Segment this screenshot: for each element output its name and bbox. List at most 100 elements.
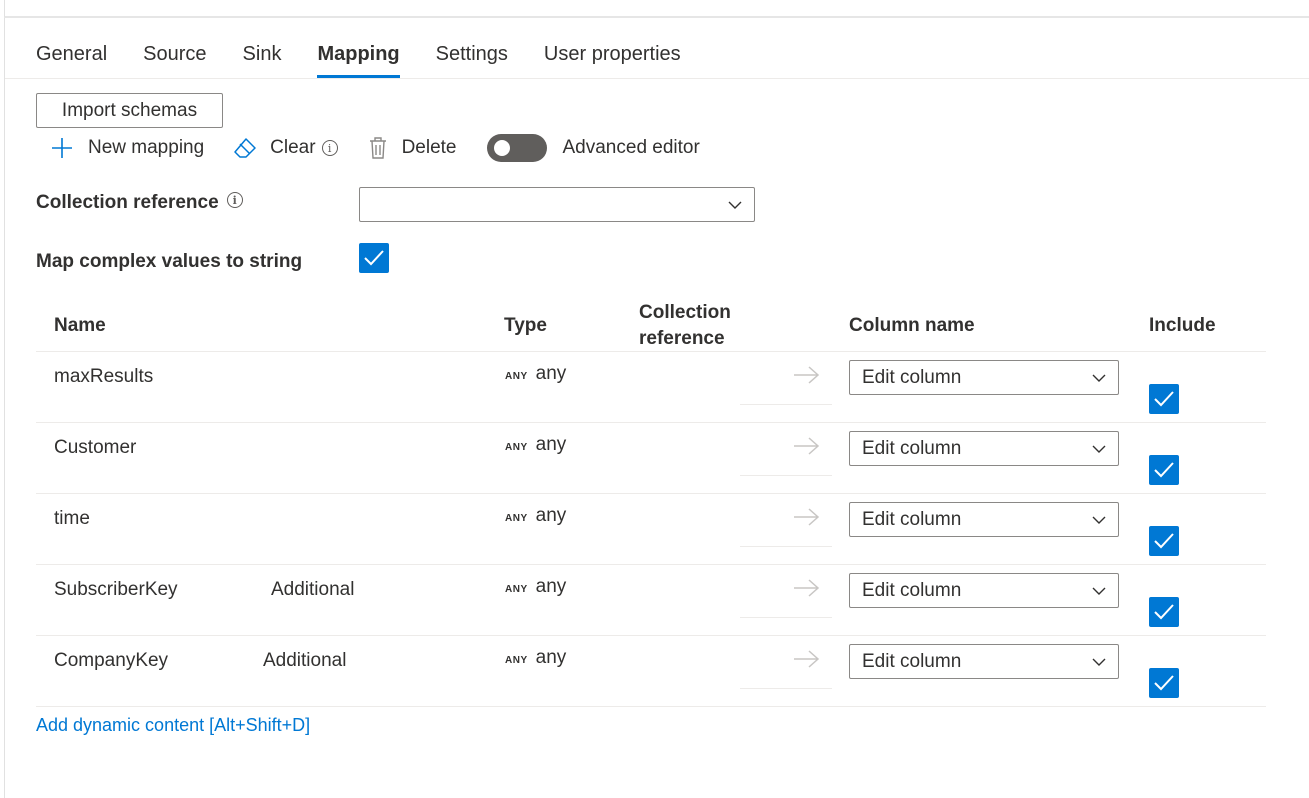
type-badge: ANY (505, 584, 528, 595)
edit-column-dropdown[interactable]: Edit column (849, 644, 1119, 679)
map-complex-checkbox[interactable] (359, 243, 389, 273)
row-type: ANY any (505, 647, 566, 669)
row-type: ANY any (505, 434, 566, 456)
tab-mapping[interactable]: Mapping (317, 40, 400, 78)
edit-column-placeholder: Edit column (862, 366, 962, 388)
row-name: SubscriberKey (54, 579, 178, 600)
clear-button[interactable]: Clear i (232, 136, 338, 160)
type-badge: ANY (505, 371, 528, 382)
row-name: time (54, 508, 90, 529)
header-column-name: Column name (849, 315, 975, 336)
arrow-underline (740, 688, 832, 689)
add-dynamic-content-link[interactable]: Add dynamic content [Alt+Shift+D] (36, 715, 310, 736)
tabs-divider (5, 78, 1309, 79)
tab-source[interactable]: Source (143, 40, 206, 78)
tab-general[interactable]: General (36, 40, 107, 78)
arrow-underline (740, 546, 832, 547)
delete-button[interactable]: Delete (368, 136, 457, 160)
type-badge: ANY (505, 655, 528, 666)
row-divider (36, 564, 1266, 565)
row-name: CompanyKey (54, 650, 169, 671)
arrow-right-icon (794, 579, 820, 597)
tab-settings[interactable]: Settings (436, 40, 508, 78)
arrow-underline (740, 475, 832, 476)
checkmark-icon (1154, 533, 1174, 549)
left-frame-border (4, 18, 5, 798)
row-divider (36, 706, 1266, 707)
edit-column-dropdown[interactable]: Edit column (849, 431, 1119, 466)
checkmark-icon (1154, 604, 1174, 620)
header-divider (36, 351, 1266, 352)
collection-reference-dropdown[interactable] (359, 187, 755, 222)
arrow-right-icon (794, 508, 820, 526)
chevron-down-icon (728, 200, 742, 210)
tab-bar: General Source Sink Mapping Settings Use… (36, 40, 681, 78)
include-checkbox[interactable] (1149, 455, 1179, 485)
chevron-down-icon (1092, 373, 1106, 383)
collection-reference-label-row: Collection reference i (36, 192, 243, 214)
row-name: Customer (54, 437, 137, 458)
include-checkbox[interactable] (1149, 597, 1179, 627)
row-name: maxResults (54, 366, 154, 387)
include-checkbox[interactable] (1149, 384, 1179, 414)
arrow-right-icon (794, 650, 820, 668)
edit-column-placeholder: Edit column (862, 508, 962, 530)
edit-column-dropdown[interactable]: Edit column (849, 502, 1119, 537)
row-divider (36, 635, 1266, 636)
tab-sink[interactable]: Sink (243, 40, 282, 78)
include-checkbox[interactable] (1149, 526, 1179, 556)
new-mapping-label: New mapping (88, 137, 205, 158)
chevron-down-icon (1092, 586, 1106, 596)
map-complex-label: Map complex values to string (36, 251, 303, 272)
type-text: any (535, 505, 567, 526)
eraser-icon (232, 136, 258, 160)
type-text: any (535, 647, 567, 668)
chevron-down-icon (1092, 657, 1106, 667)
row-extra: Additional (271, 579, 355, 600)
chevron-down-icon (1092, 444, 1106, 454)
header-type: Type (504, 315, 547, 336)
checkmark-icon (364, 250, 384, 266)
row-type: ANY any (505, 505, 566, 527)
edit-column-placeholder: Edit column (862, 579, 962, 601)
arrow-underline (740, 617, 832, 618)
type-text: any (535, 434, 567, 455)
edit-column-dropdown[interactable]: Edit column (849, 573, 1119, 608)
row-type: ANY any (505, 363, 566, 385)
edit-column-placeholder: Edit column (862, 650, 962, 672)
top-frame-border (4, 0, 1309, 18)
advanced-editor-toggle[interactable] (486, 134, 547, 162)
import-schemas-button[interactable]: Import schemas (36, 93, 223, 128)
header-collection-reference: Collection reference (639, 302, 731, 349)
include-checkbox[interactable] (1149, 668, 1179, 698)
type-text: any (535, 363, 567, 384)
collection-reference-info-icon[interactable]: i (226, 192, 243, 208)
row-divider (36, 422, 1266, 423)
trash-icon (368, 136, 388, 160)
delete-label: Delete (401, 137, 457, 158)
chevron-down-icon (1092, 515, 1106, 525)
tab-user-properties[interactable]: User properties (544, 40, 681, 78)
arrow-right-icon (794, 437, 820, 455)
info-icon[interactable]: i (321, 140, 338, 156)
type-badge: ANY (505, 442, 528, 453)
arrow-right-icon (794, 366, 820, 384)
arrow-underline (740, 404, 832, 405)
edit-column-dropdown[interactable]: Edit column (849, 360, 1119, 395)
row-divider (36, 493, 1266, 494)
header-name: Name (54, 315, 106, 336)
header-include: Include (1149, 315, 1216, 336)
checkmark-icon (1154, 391, 1174, 407)
checkmark-icon (1154, 462, 1174, 478)
row-type: ANY any (505, 576, 566, 598)
collection-reference-label: Collection reference (36, 192, 219, 213)
type-badge: ANY (505, 513, 528, 524)
type-text: any (535, 576, 567, 597)
new-mapping-button[interactable]: New mapping (50, 136, 204, 160)
mapping-toolbar: New mapping Clear i Delete Advanced edit… (50, 132, 700, 164)
edit-column-placeholder: Edit column (862, 437, 962, 459)
checkmark-icon (1154, 675, 1174, 691)
row-extra: Additional (263, 650, 347, 671)
clear-label: Clear (270, 137, 316, 158)
advanced-editor-label: Advanced editor (562, 137, 700, 158)
